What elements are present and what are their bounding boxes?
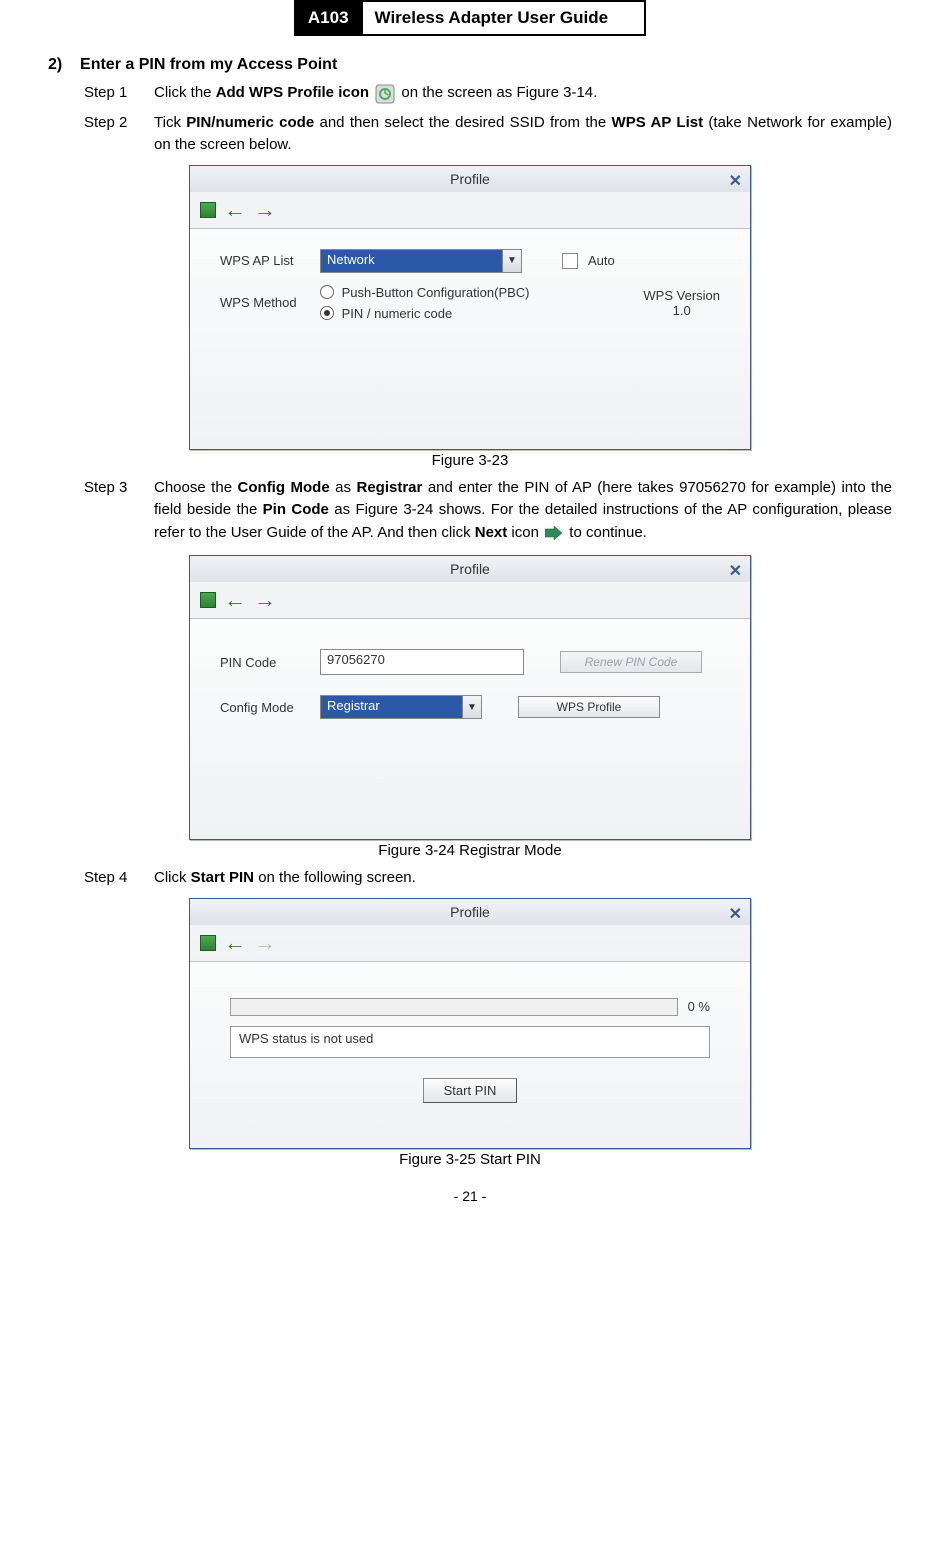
guide-title: Wireless Adapter User Guide xyxy=(361,0,647,36)
wps-ap-list-dropdown[interactable]: Network ▼ xyxy=(320,249,522,273)
dialog-title-bar: Profile ✕ xyxy=(190,555,750,582)
figure-3-24: Profile ✕ ← → PIN Code 97056270 Renew PI… xyxy=(189,555,751,840)
add-wps-profile-icon xyxy=(375,84,395,104)
figure-3-23-caption: Figure 3-23 xyxy=(48,452,892,469)
model-number: A103 xyxy=(294,0,361,36)
dialog-title: Profile xyxy=(450,904,490,920)
next-icon[interactable]: → xyxy=(254,589,276,611)
stop-icon[interactable] xyxy=(200,592,216,608)
stop-icon[interactable] xyxy=(200,935,216,951)
progress-bar xyxy=(230,998,678,1016)
step-3: Step 3 Choose the Config Mode as Registr… xyxy=(84,477,892,548)
pin-code-label: PIN Code xyxy=(220,655,310,670)
close-icon[interactable]: ✕ xyxy=(729,902,742,928)
wps-ap-list-label: WPS AP List xyxy=(220,253,310,268)
auto-label: Auto xyxy=(588,253,615,268)
wps-profile-button[interactable]: WPS Profile xyxy=(518,696,660,718)
close-icon[interactable]: ✕ xyxy=(729,169,742,195)
dialog-title: Profile xyxy=(450,561,490,577)
wps-version-value: 1.0 xyxy=(643,303,720,318)
dialog-toolbar: ← → xyxy=(190,582,750,618)
close-icon[interactable]: ✕ xyxy=(729,559,742,585)
config-mode-dropdown[interactable]: Registrar ▼ xyxy=(320,695,482,719)
next-arrow-icon xyxy=(545,526,563,540)
step-text: Choose the Config Mode as Registrar and … xyxy=(154,477,892,548)
step-label: Step 1 xyxy=(84,82,154,108)
config-mode-label: Config Mode xyxy=(220,700,310,715)
dialog-toolbar: ← → xyxy=(190,192,750,228)
pin-radio[interactable] xyxy=(320,306,334,320)
page-number: - 21 - xyxy=(48,1188,892,1204)
step-label: Step 4 xyxy=(84,867,154,890)
dialog-toolbar: ← → xyxy=(190,925,750,961)
figure-3-25-caption: Figure 3-25 Start PIN xyxy=(48,1151,892,1168)
step-text: Click Start PIN on the following screen. xyxy=(154,867,892,890)
start-pin-button[interactable]: Start PIN xyxy=(423,1078,518,1103)
progress-percent: 0 % xyxy=(688,999,710,1014)
back-icon[interactable]: ← xyxy=(224,199,246,221)
chevron-down-icon[interactable]: ▼ xyxy=(502,250,521,272)
next-icon[interactable]: → xyxy=(254,199,276,221)
back-icon[interactable]: ← xyxy=(224,589,246,611)
step-1: Step 1 Click the Add WPS Profile icon on… xyxy=(84,82,892,108)
step-4: Step 4 Click Start PIN on the following … xyxy=(84,867,892,890)
step-2: Step 2 Tick PIN/numeric code and then se… xyxy=(84,112,892,157)
step-label: Step 3 xyxy=(84,477,154,548)
stop-icon[interactable] xyxy=(200,202,216,218)
figure-3-25: Profile ✕ ← → 0 % WPS status is not used… xyxy=(189,898,751,1149)
auto-checkbox[interactable] xyxy=(562,253,578,269)
chevron-down-icon[interactable]: ▼ xyxy=(462,696,481,718)
pin-label: PIN / numeric code xyxy=(342,306,453,321)
wps-version-label: WPS Version xyxy=(643,288,720,303)
dialog-title-bar: Profile ✕ xyxy=(190,898,750,925)
step-text: Click the Add WPS Profile icon on the sc… xyxy=(154,82,892,108)
pbc-label: Push-Button Configuration(PBC) xyxy=(342,285,530,300)
wps-method-label: WPS Method xyxy=(220,295,310,310)
renew-pin-button[interactable]: Renew PIN Code xyxy=(560,651,702,673)
next-icon: → xyxy=(254,932,276,954)
back-icon[interactable]: ← xyxy=(224,932,246,954)
figure-3-23: Profile ✕ ← → WPS AP List Network ▼ Auto… xyxy=(189,165,751,450)
dialog-title: Profile xyxy=(450,171,490,187)
dialog-title-bar: Profile ✕ xyxy=(190,165,750,192)
dropdown-selected: Registrar xyxy=(321,696,462,718)
section-heading: 2) Enter a PIN from my Access Point xyxy=(48,56,892,74)
step-text: Tick PIN/numeric code and then select th… xyxy=(154,112,892,157)
page-header: A103 Wireless Adapter User Guide xyxy=(48,0,892,36)
figure-3-24-caption: Figure 3-24 Registrar Mode xyxy=(48,842,892,859)
pbc-radio[interactable] xyxy=(320,285,334,299)
dropdown-selected: Network xyxy=(321,250,502,272)
wps-status-text: WPS status is not used xyxy=(230,1026,710,1058)
pin-code-input[interactable]: 97056270 xyxy=(320,649,524,675)
step-label: Step 2 xyxy=(84,112,154,157)
